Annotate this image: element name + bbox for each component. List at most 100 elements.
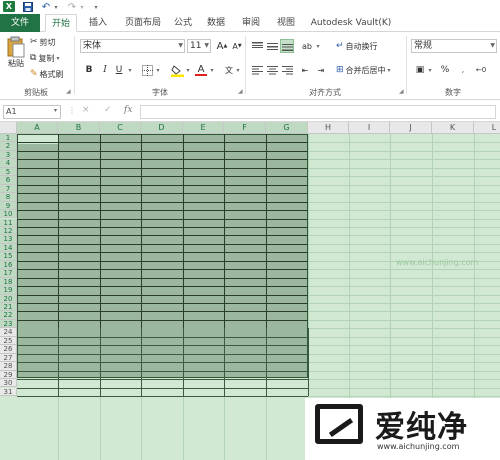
- tab-insert[interactable]: 插入: [84, 14, 112, 32]
- row-header-3[interactable]: 3: [0, 150, 17, 160]
- name-box[interactable]: A1: [3, 105, 61, 119]
- column-header-b[interactable]: B: [58, 122, 100, 134]
- row-header-27[interactable]: 27: [0, 353, 17, 363]
- format-painter-button[interactable]: ✎ 格式刷: [30, 67, 64, 81]
- tab-page-layout[interactable]: 页面布局: [118, 14, 168, 32]
- alignment-launcher-icon[interactable]: ◢: [399, 88, 404, 95]
- font-launcher-icon[interactable]: ◢: [238, 88, 243, 95]
- customize-qat-icon[interactable]: ▾: [92, 1, 100, 13]
- row-header-25[interactable]: 25: [0, 336, 17, 346]
- align-center-button[interactable]: [265, 63, 279, 77]
- row-header-11[interactable]: 11: [0, 218, 17, 227]
- row-header-14[interactable]: 14: [0, 243, 17, 253]
- shrink-font-button[interactable]: A ▼: [230, 39, 244, 53]
- paste-button[interactable]: 粘贴: [5, 36, 27, 76]
- row-header-12[interactable]: 12: [0, 226, 17, 236]
- border-button[interactable]: [140, 63, 154, 77]
- row-header-29[interactable]: 29: [0, 370, 17, 380]
- row-header-22[interactable]: 22: [0, 311, 17, 320]
- align-middle-button[interactable]: [265, 39, 279, 53]
- row-header-30[interactable]: 30: [0, 379, 17, 388]
- align-top-button[interactable]: [250, 39, 264, 53]
- percent-button[interactable]: %: [438, 63, 452, 77]
- tab-data[interactable]: 数据: [203, 14, 229, 32]
- number-format-select[interactable]: 常规 ▼: [411, 39, 497, 53]
- column-header-i[interactable]: I: [349, 122, 390, 134]
- tab-autodesk-vault[interactable]: Autodesk Vault(K): [308, 14, 394, 32]
- row-header-4[interactable]: 4: [0, 159, 17, 168]
- row-header-7[interactable]: 7: [0, 184, 17, 194]
- column-header-k[interactable]: K: [432, 122, 474, 134]
- row-header-13[interactable]: 13: [0, 235, 17, 244]
- row-header-9[interactable]: 9: [0, 201, 17, 211]
- row-header-31[interactable]: 31: [0, 387, 17, 396]
- font-size-select[interactable]: 11 ▼: [187, 39, 211, 53]
- orientation-dropdown-icon[interactable]: ▾: [314, 39, 322, 53]
- column-header-a[interactable]: A: [17, 122, 58, 134]
- tab-formulas[interactable]: 公式: [170, 14, 196, 32]
- row-header-19[interactable]: 19: [0, 286, 17, 295]
- decrease-indent-button[interactable]: ⇤: [298, 63, 312, 77]
- bold-button[interactable]: B: [82, 63, 96, 77]
- underline-dropdown-icon[interactable]: ▾: [126, 63, 134, 77]
- row-header-17[interactable]: 17: [0, 269, 17, 278]
- column-header-l[interactable]: L: [474, 122, 500, 134]
- font-color-dropdown-icon[interactable]: ▾: [208, 63, 216, 77]
- font-name-select[interactable]: 宋体 ▼: [80, 39, 185, 53]
- row-header-10[interactable]: 10: [0, 210, 17, 219]
- wrap-text-button[interactable]: ↵ 自动换行: [336, 39, 378, 53]
- formula-input[interactable]: [140, 105, 496, 119]
- merge-center-button[interactable]: ⊞ 合并后居中 ▾: [336, 63, 391, 77]
- undo-dropdown-icon[interactable]: ▾: [52, 1, 60, 13]
- grow-font-button[interactable]: A ▲: [215, 39, 229, 53]
- comma-style-button[interactable]: ,: [456, 63, 470, 77]
- insert-function-icon[interactable]: fx: [124, 105, 132, 115]
- redo-icon[interactable]: ↷: [66, 1, 78, 13]
- increase-decimal-button[interactable]: ←0: [474, 63, 488, 77]
- row-header-23[interactable]: 23: [0, 319, 17, 329]
- italic-button[interactable]: I: [98, 63, 112, 77]
- copy-button[interactable]: ⧉ 复制 ▾: [30, 51, 59, 65]
- name-box-dropdown-icon[interactable]: ▾: [54, 107, 57, 114]
- row-header-26[interactable]: 26: [0, 345, 17, 354]
- tab-review[interactable]: 审阅: [238, 14, 264, 32]
- currency-button[interactable]: ▣: [413, 63, 427, 77]
- underline-button[interactable]: U: [112, 63, 126, 77]
- fill-color-dropdown-icon[interactable]: ▾: [184, 63, 192, 77]
- tab-home[interactable]: 开始: [45, 14, 77, 32]
- font-color-button[interactable]: A: [194, 63, 208, 77]
- redo-dropdown-icon[interactable]: ▾: [78, 1, 86, 13]
- selected-range[interactable]: [17, 134, 308, 378]
- column-header-h[interactable]: H: [308, 122, 349, 134]
- tab-view[interactable]: 视图: [273, 14, 299, 32]
- select-all-corner[interactable]: [0, 122, 17, 134]
- row-header-28[interactable]: 28: [0, 362, 17, 371]
- increase-indent-button[interactable]: ⇥: [314, 63, 328, 77]
- row-header-24[interactable]: 24: [0, 328, 17, 337]
- save-icon[interactable]: [22, 1, 34, 13]
- align-bottom-button[interactable]: [280, 39, 294, 53]
- column-header-f[interactable]: F: [224, 122, 266, 134]
- cut-button[interactable]: ✂ 剪切: [30, 35, 56, 49]
- undo-icon[interactable]: ↶: [40, 1, 52, 13]
- fill-color-button[interactable]: [170, 63, 184, 77]
- column-header-g[interactable]: G: [266, 122, 308, 134]
- row-header-18[interactable]: 18: [0, 277, 17, 287]
- orientation-button[interactable]: ab: [300, 39, 314, 53]
- formula-bar-splitter-icon[interactable]: ⋮: [68, 106, 76, 115]
- column-header-d[interactable]: D: [141, 122, 183, 134]
- border-dropdown-icon[interactable]: ▾: [154, 63, 162, 77]
- row-header-2[interactable]: 2: [0, 142, 17, 151]
- tab-file[interactable]: 文件: [0, 14, 40, 32]
- align-right-button[interactable]: [280, 63, 294, 77]
- phonetic-dropdown-icon[interactable]: ▾: [234, 63, 242, 77]
- column-header-e[interactable]: E: [183, 122, 224, 134]
- row-header-6[interactable]: 6: [0, 176, 17, 185]
- column-header-c[interactable]: C: [100, 122, 141, 134]
- row-header-15[interactable]: 15: [0, 252, 17, 261]
- cancel-icon[interactable]: ×: [82, 105, 90, 115]
- row-header-21[interactable]: 21: [0, 303, 17, 312]
- row-header-1[interactable]: 1: [0, 134, 17, 143]
- currency-dropdown-icon[interactable]: ▾: [426, 63, 434, 77]
- column-header-j[interactable]: J: [390, 122, 432, 134]
